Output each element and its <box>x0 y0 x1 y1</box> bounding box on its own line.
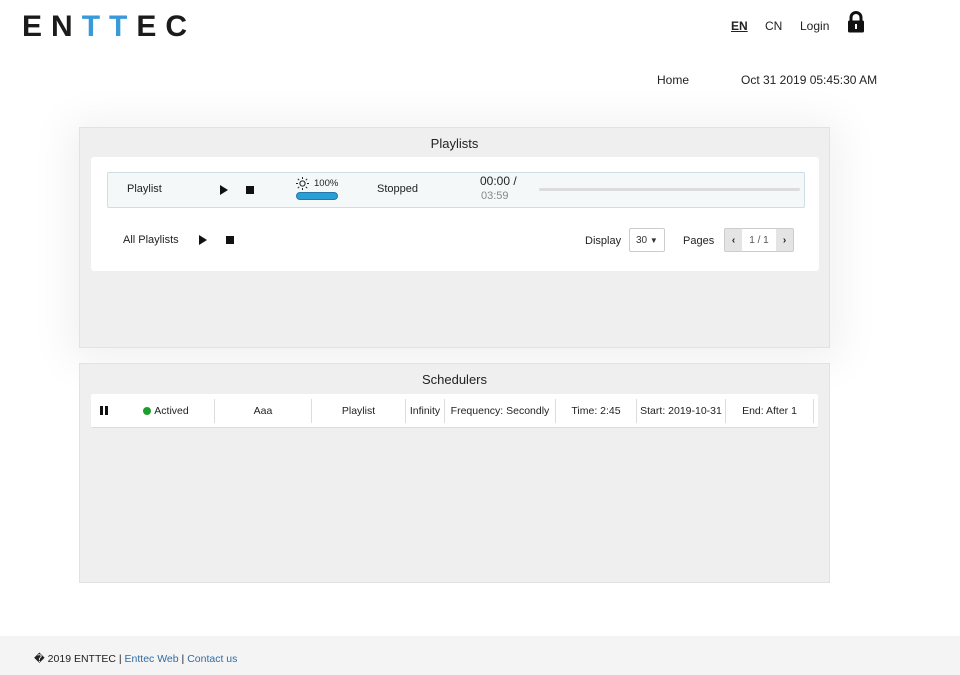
brightness-slider[interactable] <box>296 192 338 200</box>
footer: � 2019 ENTTEC | Enttec Web | Contact us <box>0 636 960 675</box>
chevron-left-icon[interactable]: ‹ <box>725 229 742 251</box>
logo-text-part1: EN <box>22 10 82 43</box>
playlist-row: Playlist 100% Stopped 00:00 / 03:59 <box>107 172 805 208</box>
scheduler-name[interactable]: Aaa <box>215 394 311 428</box>
footer-text: � 2019 ENTTEC | Enttec Web | Contact us <box>34 653 237 665</box>
status-dot-icon <box>143 407 152 415</box>
play-all-icon[interactable] <box>199 235 207 245</box>
pagination: ‹ 1 / 1 › <box>724 228 794 252</box>
footer-separator: | <box>181 653 185 665</box>
nav-home[interactable]: Home <box>657 73 689 87</box>
scheduler-type: Playlist <box>341 405 376 417</box>
pause-icon[interactable] <box>100 406 108 415</box>
scheduler-end: End: After 1 <box>742 405 797 417</box>
scheduler-repeat: Infinity <box>409 405 441 417</box>
play-icon[interactable] <box>220 185 228 195</box>
scheduler-time: Time: 2:45 <box>571 405 621 417</box>
scheduler-row: Actived Aaa Playlist Infinity Frequency:… <box>91 394 818 428</box>
playlists-card: Playlist 100% Stopped 00:00 / 03:59 All … <box>91 157 819 271</box>
playlists-title: Playlists <box>430 136 479 151</box>
pages-label: Pages <box>683 235 715 247</box>
lock-icon[interactable] <box>846 11 866 36</box>
display-count-value: 30 <box>636 235 648 246</box>
footer-copyright: � 2019 ENTTEC | <box>34 653 122 665</box>
all-playlists-label: All Playlists <box>123 234 179 246</box>
playlists-panel: Playlists Playlist 100% Stopped 00:00 / … <box>79 127 830 348</box>
contact-us-link[interactable]: Contact us <box>187 653 237 665</box>
enttec-web-link[interactable]: Enttec Web <box>125 653 179 665</box>
brightness-sun-icon <box>296 177 309 193</box>
scheduler-frequency: Frequency: Secondly <box>450 405 550 417</box>
stop-all-icon[interactable] <box>226 236 234 244</box>
playlist-name[interactable]: Playlist <box>127 183 162 195</box>
playlist-status: Stopped <box>377 183 418 195</box>
logo-text-part2: EC <box>136 10 197 43</box>
stop-icon[interactable] <box>246 186 254 194</box>
logo-text-accent: TT <box>81 10 137 43</box>
scheduler-status: Actived <box>141 394 191 428</box>
login-link[interactable]: Login <box>800 19 829 33</box>
playlist-progress-bar[interactable] <box>539 188 800 191</box>
divider <box>813 399 814 423</box>
playlist-time-total: 03:59 <box>481 190 509 202</box>
display-label: Display <box>585 235 622 247</box>
scheduler-start: Start: 2019-10-31 <box>640 405 722 417</box>
page-indicator: 1 / 1 <box>749 235 769 246</box>
chevron-down-icon: ▼ <box>649 236 658 245</box>
display-count-select[interactable]: 30 ▼ <box>629 228 665 252</box>
schedulers-panel: Schedulers Actived Aaa Playlist Infinity… <box>79 363 830 583</box>
playlist-time-elapsed: 00:00 / <box>480 174 517 188</box>
language-cn[interactable]: CN <box>765 19 782 33</box>
enttec-logo: ENTTEC <box>22 10 196 44</box>
language-en[interactable]: EN <box>731 19 748 33</box>
chevron-right-icon[interactable]: › <box>776 229 793 251</box>
current-datetime: Oct 31 2019 05:45:30 AM <box>741 73 878 87</box>
schedulers-title: Schedulers <box>421 372 488 387</box>
brightness-value: 100% <box>314 178 339 189</box>
scheduler-status-label: Actived <box>154 405 189 417</box>
